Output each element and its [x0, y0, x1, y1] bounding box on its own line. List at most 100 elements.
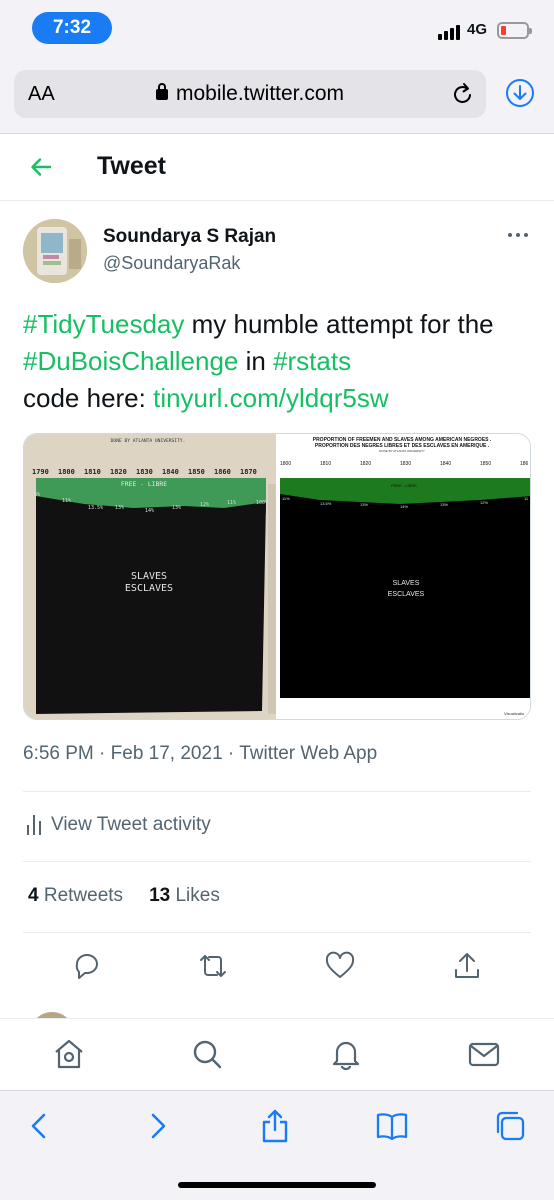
svg-text:1800: 1800	[58, 468, 75, 476]
tweet-time: 6:56 PM	[23, 743, 94, 764]
svg-text:11%: 11%	[62, 498, 71, 504]
svg-text:1840: 1840	[162, 468, 179, 476]
recreated-chart-image: PROPORTION OF FREEMEN AND SLAVES AMONG A…	[276, 434, 530, 719]
retweet-icon[interactable]	[197, 950, 229, 982]
analytics-icon	[27, 815, 41, 835]
svg-text:13%: 13%	[115, 505, 124, 511]
svg-text:13%: 13%	[360, 502, 368, 507]
tweet-text-segment: in	[238, 346, 274, 376]
retweets-stat[interactable]: 4 Retweets	[28, 885, 123, 907]
svg-text:13%: 13%	[172, 505, 181, 511]
url-display[interactable]: mobile.twitter.com	[14, 82, 486, 106]
svg-text:1850: 1850	[480, 461, 491, 467]
svg-text:1790: 1790	[32, 468, 49, 476]
reply-icon[interactable]	[71, 950, 103, 982]
tweet-source[interactable]: Twitter Web App	[239, 743, 377, 764]
hashtag-tidytuesday[interactable]: #TidyTuesday	[23, 309, 184, 339]
forward-icon[interactable]	[141, 1109, 175, 1143]
tweet-text-segment: code here:	[23, 383, 154, 413]
status-bar: 7:32 4G	[0, 0, 554, 58]
meta-separator: ·	[93, 743, 111, 764]
right-main-label-1: SLAVES	[393, 580, 420, 587]
svg-text:1800: 1800	[280, 461, 291, 467]
left-band-label: FREE - LIBRE	[121, 480, 167, 488]
svg-text:14%: 14%	[400, 504, 408, 509]
activity-label: View Tweet activity	[51, 814, 211, 835]
svg-text:13.5%: 13.5%	[88, 505, 103, 511]
tweet-date: Feb 17, 2021	[110, 743, 223, 764]
home-indicator[interactable]	[178, 1182, 376, 1188]
svg-text:1820: 1820	[360, 461, 371, 467]
notifications-icon[interactable]	[329, 1037, 363, 1071]
back-icon[interactable]	[22, 1109, 56, 1143]
page-title: Tweet	[97, 152, 166, 180]
hashtag-duboischallenge[interactable]: #DuBoisChallenge	[23, 346, 238, 376]
svg-text:1850: 1850	[188, 468, 205, 476]
share-icon[interactable]	[451, 950, 483, 982]
tweet-media-image[interactable]: DONE BY ATLANTA UNIVERSITY. 1790 1800 18…	[23, 433, 531, 720]
url-text: mobile.twitter.com	[175, 82, 345, 105]
likes-label: Likes	[175, 885, 220, 906]
tabs-icon[interactable]	[493, 1109, 527, 1143]
tweet-text-segment: my humble attempt for the	[184, 309, 494, 339]
original-plate-photo: DONE BY ATLANTA UNIVERSITY. 1790 1800 18…	[24, 434, 276, 719]
tweet-text: #TidyTuesday my humble attempt for the #…	[23, 306, 533, 417]
divider	[23, 791, 531, 792]
svg-text:100%: 100%	[256, 500, 268, 506]
svg-text:8%: 8%	[34, 492, 40, 498]
author-name[interactable]: Soundarya S Rajan	[103, 226, 276, 248]
svg-text:1870: 1870	[240, 468, 257, 476]
messages-icon[interactable]	[467, 1037, 501, 1071]
tweet-timestamp[interactable]: 6:56 PM · Feb 17, 2021 · Twitter Web App	[23, 743, 377, 765]
svg-text:13%: 13%	[440, 502, 448, 507]
right-credit: Visualizatio	[504, 711, 525, 716]
likes-count: 13	[149, 885, 171, 906]
browser-toolbar: AA mobile.twitter.com	[0, 58, 554, 134]
home-icon[interactable]	[52, 1037, 86, 1071]
left-main-label-2: ESCLAVES	[125, 583, 173, 594]
svg-text:1820: 1820	[110, 468, 127, 476]
retweets-label: Retweets	[43, 885, 124, 906]
twitter-bottom-nav	[0, 1018, 554, 1090]
svg-text:1810: 1810	[320, 461, 331, 467]
like-icon[interactable]	[324, 950, 356, 982]
right-subtitle: DONE BY ATLANTA UNIVERSITY	[379, 449, 425, 453]
svg-text:186: 186	[520, 461, 529, 467]
svg-text:1860: 1860	[214, 468, 231, 476]
status-time[interactable]: 7:32	[32, 12, 112, 44]
likes-stat[interactable]: 13 Likes	[149, 885, 220, 907]
retweets-count: 4	[28, 885, 39, 906]
author-handle[interactable]: @SoundaryaRak	[103, 253, 240, 274]
divider	[23, 861, 531, 862]
hashtag-rstats[interactable]: #rstats	[273, 346, 351, 376]
share-sheet-icon[interactable]	[258, 1109, 292, 1143]
svg-text:13.5%: 13.5%	[320, 501, 332, 506]
svg-text:12%: 12%	[200, 502, 209, 508]
avatar[interactable]	[23, 219, 87, 283]
svg-text:12%: 12%	[480, 500, 488, 505]
address-bar[interactable]: AA mobile.twitter.com	[14, 70, 486, 118]
back-arrow-icon[interactable]	[28, 154, 54, 180]
tweet-header: Tweet	[0, 134, 554, 201]
svg-text:11%: 11%	[282, 496, 290, 501]
download-icon[interactable]	[505, 78, 535, 108]
lock-icon	[155, 83, 168, 100]
tweet-actions	[0, 950, 554, 982]
code-link[interactable]: tinyurl.com/yldqr5sw	[153, 383, 389, 413]
bookmarks-icon[interactable]	[375, 1109, 409, 1143]
tweet-stats: 4 Retweets 13 Likes	[28, 885, 220, 907]
svg-text:1830: 1830	[136, 468, 153, 476]
search-icon[interactable]	[190, 1037, 224, 1071]
left-year-axis: 1790 1800 1810 1820 1830 1840 1850 1860 …	[32, 468, 257, 476]
battery-icon	[497, 22, 532, 39]
divider	[23, 932, 531, 933]
cellular-signal-icon	[438, 24, 460, 40]
svg-text:14%: 14%	[145, 508, 154, 514]
view-tweet-activity-link[interactable]: View Tweet activity	[27, 814, 211, 836]
meta-separator: ·	[222, 743, 240, 764]
right-main-label-2: ESCLAVES	[388, 591, 425, 598]
left-header: DONE BY ATLANTA UNIVERSITY.	[111, 438, 186, 444]
reload-icon[interactable]	[452, 82, 474, 106]
network-type: 4G	[467, 21, 488, 38]
more-options-icon[interactable]	[508, 233, 528, 237]
